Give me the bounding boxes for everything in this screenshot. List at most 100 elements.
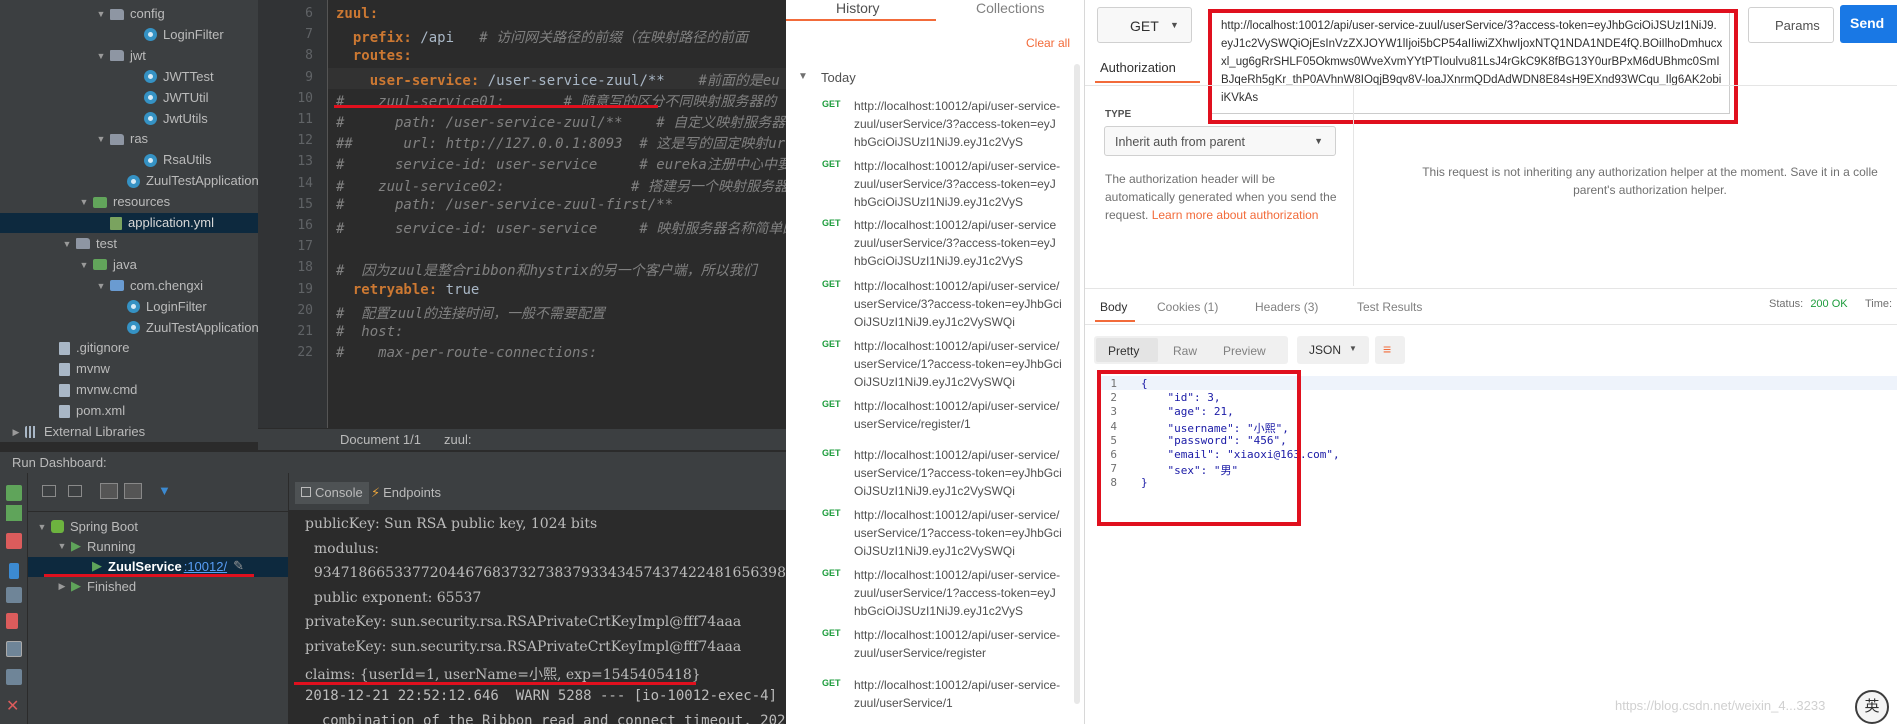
code-line: # 配置zuul的连接时间，一般不需要配置 bbox=[336, 305, 606, 322]
class-icon bbox=[127, 174, 140, 188]
finished-node[interactable]: ▶ ▶ Finished bbox=[56, 578, 137, 594]
ime-indicator[interactable]: 英 bbox=[1855, 690, 1889, 724]
tree-item-loginfilter[interactable]: LoginFilter bbox=[129, 25, 224, 45]
tree-item-ras[interactable]: ▼ ras bbox=[95, 129, 149, 149]
chevron-down-icon[interactable]: ▼ bbox=[78, 192, 90, 212]
history-group-today[interactable]: Today bbox=[821, 70, 856, 85]
annotation-underline-claims bbox=[294, 682, 696, 685]
running-node[interactable]: ▼ ▶ Running bbox=[56, 538, 136, 554]
tree-item-label: com.chengxi bbox=[130, 277, 203, 293]
code-editor[interactable]: zuul: prefix: /api # 访问网关路径的前缀（在映射路径的前面 … bbox=[328, 0, 786, 428]
close-icon[interactable]: ✕ bbox=[6, 699, 22, 715]
tree-item-jwttest[interactable]: JWTTest bbox=[129, 67, 214, 87]
expand-all-icon[interactable] bbox=[42, 485, 56, 497]
tree-item-mvnw[interactable]: mvnw bbox=[44, 359, 110, 379]
document-counter: Document 1/1 bbox=[340, 432, 421, 447]
tab-raw[interactable]: Raw bbox=[1173, 344, 1197, 358]
console-line: privateKey: sun.security.rsa.RSAPrivateC… bbox=[305, 639, 742, 655]
yaml-path[interactable]: zuul: bbox=[444, 432, 471, 447]
tab-headers[interactable]: Headers (3) bbox=[1255, 300, 1318, 314]
tab-preview[interactable]: Preview bbox=[1223, 344, 1266, 358]
stop-icon[interactable] bbox=[6, 533, 22, 549]
code-line: user-service: /user-service-zuul/** #前面的… bbox=[336, 72, 780, 89]
params-button[interactable]: Params bbox=[1748, 7, 1834, 43]
tree-item-loginfilter[interactable]: LoginFilter bbox=[112, 297, 207, 317]
tree-item-rsautils[interactable]: RsaUtils bbox=[129, 150, 211, 170]
layout-icon[interactable] bbox=[6, 641, 22, 657]
tab-endpoints[interactable]: ⚡ Endpoints bbox=[365, 482, 447, 504]
chevron-right-icon[interactable]: ▶ bbox=[10, 422, 22, 442]
tab-cookies[interactable]: Cookies (1) bbox=[1157, 300, 1218, 314]
group-by-type-icon[interactable] bbox=[100, 483, 118, 499]
tab-authorization[interactable]: Authorization bbox=[1100, 60, 1176, 75]
chevron-down-icon: ▼ bbox=[1170, 20, 1179, 30]
history-scrollbar[interactable] bbox=[1074, 64, 1080, 704]
tree-item-zuultestapplicationte[interactable]: ZuulTestApplicationTe bbox=[112, 318, 258, 338]
format-select[interactable]: JSON ▼ bbox=[1297, 336, 1369, 364]
learn-more-link[interactable]: Learn more about authorization bbox=[1152, 208, 1319, 222]
service-port-link[interactable]: :10012/ bbox=[184, 559, 227, 574]
edit-icon[interactable]: ✎ bbox=[233, 558, 244, 574]
tab-pretty[interactable]: Pretty bbox=[1108, 344, 1139, 358]
zuul-service-node[interactable]: ▶ ZuulService :10012/ ✎ bbox=[92, 558, 244, 574]
filter-icon[interactable]: ▼ bbox=[158, 484, 172, 497]
tree-item-jwtutil[interactable]: JWTUtil bbox=[129, 88, 209, 108]
auth-type-label: TYPE bbox=[1105, 109, 1132, 120]
tab-body[interactable]: Body bbox=[1100, 300, 1127, 314]
tab-console[interactable]: Console bbox=[295, 482, 369, 504]
tab-test-results[interactable]: Test Results bbox=[1357, 300, 1422, 314]
tree-item-label: pom.xml bbox=[76, 403, 126, 419]
folder-icon bbox=[110, 8, 124, 20]
chevron-down-icon[interactable]: ▼ bbox=[78, 255, 90, 275]
tab-history[interactable]: History bbox=[836, 0, 880, 21]
clear-all-link[interactable]: Clear all bbox=[1026, 36, 1070, 50]
editor-gutter: 6 7 8 9 10 11 12 13 14 15 16 17 18 19 20 21 22 bbox=[258, 0, 328, 428]
run-icon: ▶ bbox=[92, 558, 102, 573]
tree-item-application-yml[interactable]: application.yml bbox=[0, 213, 258, 233]
collapse-all-icon[interactable] bbox=[68, 485, 82, 497]
tree-item-external-libraries[interactable]: ▶ External Libraries bbox=[10, 422, 146, 442]
pin-icon[interactable] bbox=[6, 669, 22, 685]
tree-item--gitignore[interactable]: .gitignore bbox=[44, 338, 129, 358]
history-url: http://localhost:10012/api/user-service-… bbox=[854, 678, 1061, 710]
method-select[interactable]: GET ▼ bbox=[1097, 7, 1192, 43]
line-number: 19 bbox=[297, 281, 313, 297]
tree-item-jwtutils[interactable]: JwtUtils bbox=[129, 109, 208, 129]
console-output[interactable]: publicKey: Sun RSA public key, 1024 bits… bbox=[288, 511, 786, 724]
line-number: 21 bbox=[297, 324, 313, 339]
send-button[interactable]: Send bbox=[1840, 5, 1897, 43]
rerun-icon[interactable] bbox=[6, 485, 22, 501]
group-by-status-icon[interactable] bbox=[124, 483, 142, 499]
tree-item-label: RsaUtils bbox=[163, 152, 212, 168]
tree-item-test[interactable]: ▼ test bbox=[61, 234, 117, 254]
exit-icon[interactable] bbox=[6, 613, 18, 629]
tree-item-mvnw-cmd[interactable]: mvnw.cmd bbox=[44, 380, 137, 400]
camera-icon[interactable] bbox=[6, 587, 22, 603]
annotation-underline-route bbox=[334, 105, 658, 108]
pause-icon[interactable] bbox=[9, 563, 19, 579]
tree-item-jwt[interactable]: ▼ jwt bbox=[95, 46, 146, 66]
tree-item-resources[interactable]: ▼ resources bbox=[78, 192, 171, 212]
line-number: 16 bbox=[297, 218, 313, 233]
chevron-down-icon[interactable]: ▼ bbox=[95, 4, 107, 24]
chevron-down-icon[interactable]: ▼ bbox=[95, 46, 107, 66]
tree-item-label: jwt bbox=[130, 47, 146, 63]
wrap-lines-button[interactable]: ≡ bbox=[1375, 336, 1405, 364]
chevron-down-icon[interactable]: ▼ bbox=[95, 129, 107, 149]
tree-item-pom-xml[interactable]: pom.xml bbox=[44, 401, 125, 421]
tab-collections[interactable]: Collections bbox=[976, 0, 1044, 21]
tree-item-config[interactable]: ▼ config bbox=[95, 4, 165, 24]
tree-item-com-chengxi[interactable]: ▼ com.chengxi bbox=[95, 276, 203, 296]
chevron-down-icon[interactable]: ▼ bbox=[95, 276, 107, 296]
method-badge: GET bbox=[822, 448, 841, 458]
file-icon bbox=[59, 404, 70, 418]
run-icon[interactable] bbox=[6, 505, 22, 521]
tree-item-zuultestapplication[interactable]: ZuulTestApplication bbox=[112, 171, 258, 191]
chevron-down-icon[interactable]: ▼ bbox=[798, 71, 808, 82]
method-badge: GET bbox=[822, 508, 841, 518]
chevron-down-icon[interactable]: ▼ bbox=[61, 234, 73, 254]
spring-boot-node[interactable]: ▼ Spring Boot bbox=[36, 519, 138, 534]
console-line: claims: {userId=1, userName=小熙, exp=1545… bbox=[305, 666, 701, 683]
tree-item-java[interactable]: ▼ java bbox=[78, 255, 137, 275]
auth-type-select[interactable]: Inherit auth from parent ▼ bbox=[1104, 126, 1336, 156]
